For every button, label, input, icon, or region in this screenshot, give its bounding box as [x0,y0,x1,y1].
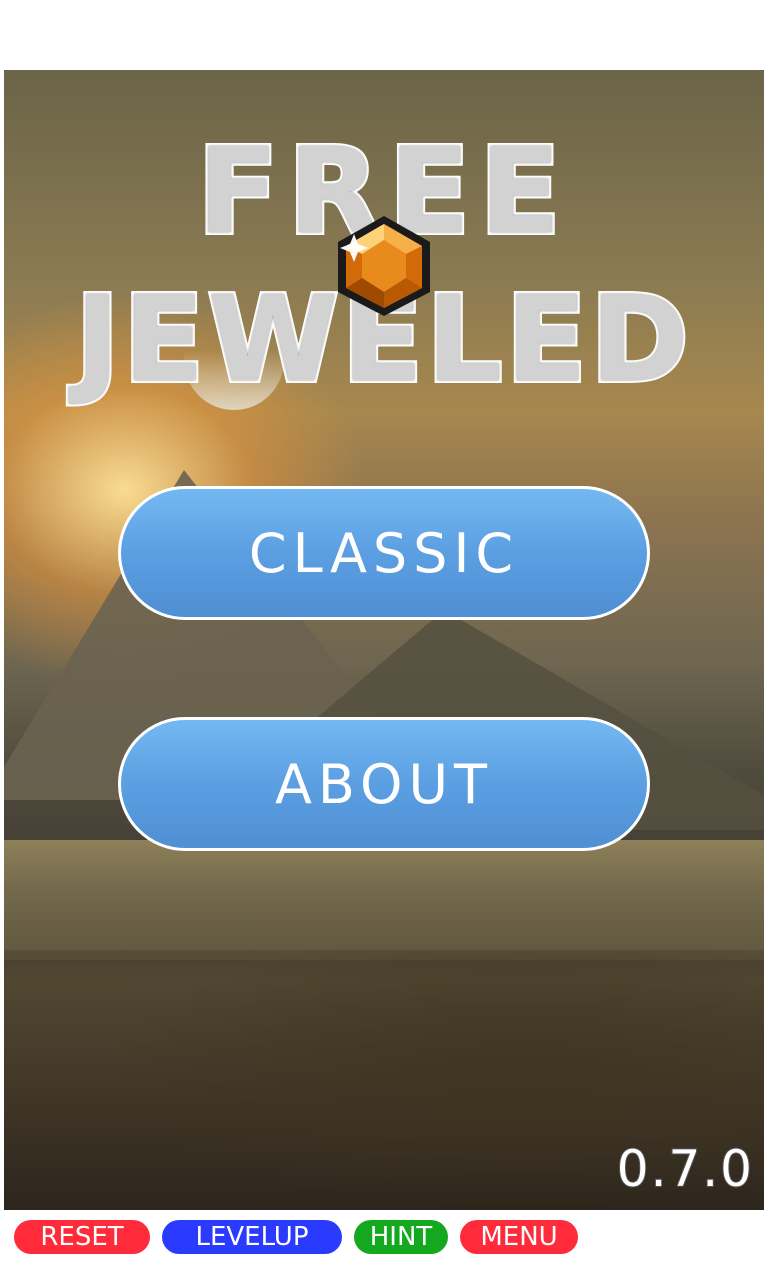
hint-button[interactable]: HINT [354,1220,448,1254]
version-label: 0.7.0 [616,1139,754,1199]
reset-button[interactable]: RESET [14,1220,150,1254]
gem-icon [338,216,430,316]
levelup-button[interactable]: LEVELUP [162,1220,342,1254]
classic-button[interactable]: CLASSIC [118,486,650,620]
menu-button[interactable]: MENU [460,1220,578,1254]
debug-toolbar: RESET LEVELUP HINT MENU [14,1220,578,1254]
game-main-menu: FREE JEWELED CLASSIC ABOUT 0.7.0 RESET L… [0,0,768,1280]
lake [4,840,764,960]
about-button[interactable]: ABOUT [118,717,650,851]
